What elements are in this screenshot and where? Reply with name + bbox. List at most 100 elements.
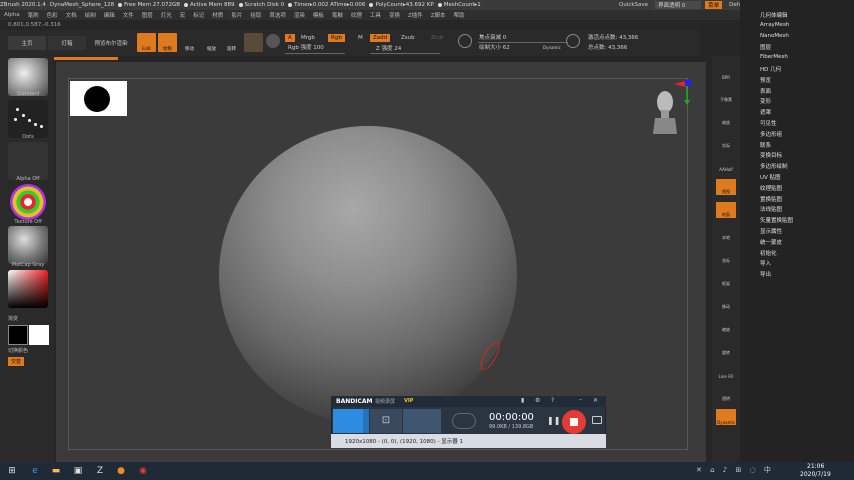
tool-strip-button[interactable]: 框架	[716, 271, 736, 287]
store-icon[interactable]: ▣	[72, 465, 84, 477]
tool-menu-item[interactable]: 多边形组	[760, 130, 782, 138]
menu-item[interactable]: 绘制	[85, 11, 96, 19]
material-thumbnail[interactable]	[8, 226, 48, 264]
menu-item[interactable]: 工具	[370, 11, 381, 19]
pause-icon[interactable]: ❚❚	[547, 416, 560, 425]
spiral-icon[interactable]	[266, 34, 280, 48]
tool-strip-button[interactable]: BPR	[716, 64, 736, 80]
m-toggle[interactable]: M	[355, 34, 366, 42]
zbrush-taskbar-icon[interactable]: Z	[94, 465, 106, 477]
menu-item[interactable]: 影片	[231, 11, 242, 19]
color-picker[interactable]	[8, 270, 48, 308]
tool-menu-item[interactable]: 初始化	[760, 249, 777, 257]
tool-menu-item[interactable]: ArrayMesh	[760, 22, 789, 28]
material-preview-icon[interactable]	[244, 33, 263, 52]
menu-item[interactable]: 材质	[212, 11, 223, 19]
screen-mode-button[interactable]	[333, 409, 363, 433]
help-icon[interactable]: ?	[551, 397, 554, 404]
texture-thumbnail[interactable]	[10, 184, 46, 220]
tool-menu-item[interactable]: 纹理贴图	[760, 184, 782, 192]
tool-menu-item[interactable]: FiberMesh	[760, 54, 788, 60]
axis-gizmo-icon[interactable]	[672, 78, 698, 106]
menus-button[interactable]: 菜单	[705, 1, 723, 9]
home-button[interactable]: 主页	[8, 36, 46, 50]
alpha-thumbnail[interactable]	[8, 142, 48, 180]
focal-shift-icon[interactable]	[458, 34, 472, 48]
device-mode-button[interactable]	[403, 409, 441, 433]
menu-item[interactable]: 宏	[180, 11, 186, 19]
close-icon[interactable]: ✕	[593, 397, 598, 404]
clock-date[interactable]: 2020/7/19	[800, 471, 831, 478]
clock-time[interactable]: 21:06	[807, 463, 824, 470]
folder-icon[interactable]: ▮	[521, 397, 524, 404]
settings-icon[interactable]: ⚙	[535, 397, 540, 404]
menu-item[interactable]: 编辑	[104, 11, 115, 19]
secondary-color-swatch[interactable]	[29, 325, 49, 345]
menu-item[interactable]: Z插件	[408, 11, 423, 19]
menu-item[interactable]: 色彩	[47, 11, 58, 19]
tool-menu-item[interactable]: 统一蒙皮	[760, 238, 782, 246]
tool-menu-item[interactable]: 导入	[760, 259, 771, 267]
tool-menu-item[interactable]: 遮罩	[760, 108, 771, 116]
alternate-button[interactable]: 交替	[8, 357, 25, 366]
tool-menu-item[interactable]: UV 贴图	[760, 173, 781, 181]
tool-strip-button[interactable]: 透明	[716, 386, 736, 402]
firefox-icon[interactable]: ●	[115, 465, 127, 477]
menu-item[interactable]: 渲染	[294, 11, 305, 19]
sphere-mesh[interactable]	[219, 126, 517, 424]
preview-render-button[interactable]: 预览布尔渲染	[90, 36, 132, 50]
menu-item[interactable]: 标记	[193, 11, 204, 19]
stroke-thumbnail[interactable]	[8, 100, 48, 138]
mrgb-toggle[interactable]: Mrgb	[298, 34, 318, 42]
tool-strip-button[interactable]: 移动	[716, 294, 736, 310]
menu-item[interactable]: 拾取	[250, 11, 261, 19]
rotate-button[interactable]: 旋转	[222, 33, 241, 52]
tool-menu-item[interactable]: NanoMesh	[760, 33, 789, 39]
tool-strip-button[interactable]: 缩放	[716, 317, 736, 333]
tool-strip-button[interactable]: 坐标	[716, 248, 736, 264]
zcut-toggle[interactable]: Zcut	[428, 34, 446, 42]
tool-strip-button[interactable]: 缩放	[716, 110, 736, 126]
bandicam-taskbar-icon[interactable]: ◉	[137, 465, 149, 477]
menu-item[interactable]: 灯光	[161, 11, 172, 19]
tool-strip-button[interactable]: 旋转	[716, 340, 736, 356]
tool-menu-item[interactable]: 置换贴图	[760, 195, 782, 203]
tool-strip-button[interactable]: 透视	[716, 179, 736, 195]
edge-icon[interactable]: e	[29, 465, 41, 477]
tool-menu-item[interactable]: 变形	[760, 97, 771, 105]
tool-menu-item[interactable]: 表面	[760, 87, 771, 95]
menu-item[interactable]: Z脚本	[431, 11, 446, 19]
tool-menu-item[interactable]: HD 几何	[760, 65, 781, 73]
z-intensity-slider[interactable]: Z 强度 24	[373, 44, 404, 52]
bandicam-capture-area[interactable]: 1920x1080 - (0, 0), (1920, 1080) - 显示器 1	[331, 434, 606, 448]
main-color-swatch[interactable]	[8, 325, 28, 345]
tool-menu-item[interactable]: 法线贴图	[760, 205, 782, 213]
rgb-intensity-slider[interactable]: Rgb 强度 100	[285, 43, 327, 51]
menu-item[interactable]: 文档	[66, 11, 77, 19]
explorer-icon[interactable]: ▬	[50, 465, 62, 477]
menu-item[interactable]: 变换	[389, 11, 400, 19]
system-tray[interactable]: ✕ ⌂ ♪ ⊞ ◌ 中	[696, 465, 800, 477]
tool-menu-item[interactable]: 几何体编辑	[760, 11, 788, 19]
lightbox-button[interactable]: 灯箱	[48, 36, 86, 50]
menu-item[interactable]: 笔触	[332, 11, 343, 19]
screen-mode-dropdown[interactable]	[363, 409, 369, 433]
minimize-icon[interactable]: –	[579, 396, 582, 403]
tool-menu-item[interactable]: 预览	[760, 76, 771, 84]
draw-size-icon[interactable]	[566, 34, 580, 48]
tool-strip-button[interactable]: 实际	[716, 133, 736, 149]
tool-menu-item[interactable]: 多边形绘制	[760, 162, 788, 170]
windows-start-icon[interactable]: ⊞	[6, 465, 18, 477]
tool-menu-item[interactable]: 联系	[760, 141, 771, 149]
draw-size-slider[interactable]: 绘制大小 62	[476, 43, 513, 51]
dynamic-toggle[interactable]: Dynamic	[540, 43, 564, 51]
tool-strip-button[interactable]: AAHalf	[716, 156, 736, 172]
menu-item[interactable]: 模板	[313, 11, 324, 19]
menu-item[interactable]: 图层	[142, 11, 153, 19]
webcam-toggle[interactable]	[452, 413, 476, 429]
rgb-toggle[interactable]: Rgb	[328, 34, 345, 42]
tool-strip-button[interactable]: Dynamic	[716, 409, 736, 425]
menu-item[interactable]: 文件	[123, 11, 134, 19]
tool-strip-button[interactable]: 子像素	[716, 87, 736, 103]
zadd-toggle[interactable]: Zadd	[370, 34, 391, 42]
